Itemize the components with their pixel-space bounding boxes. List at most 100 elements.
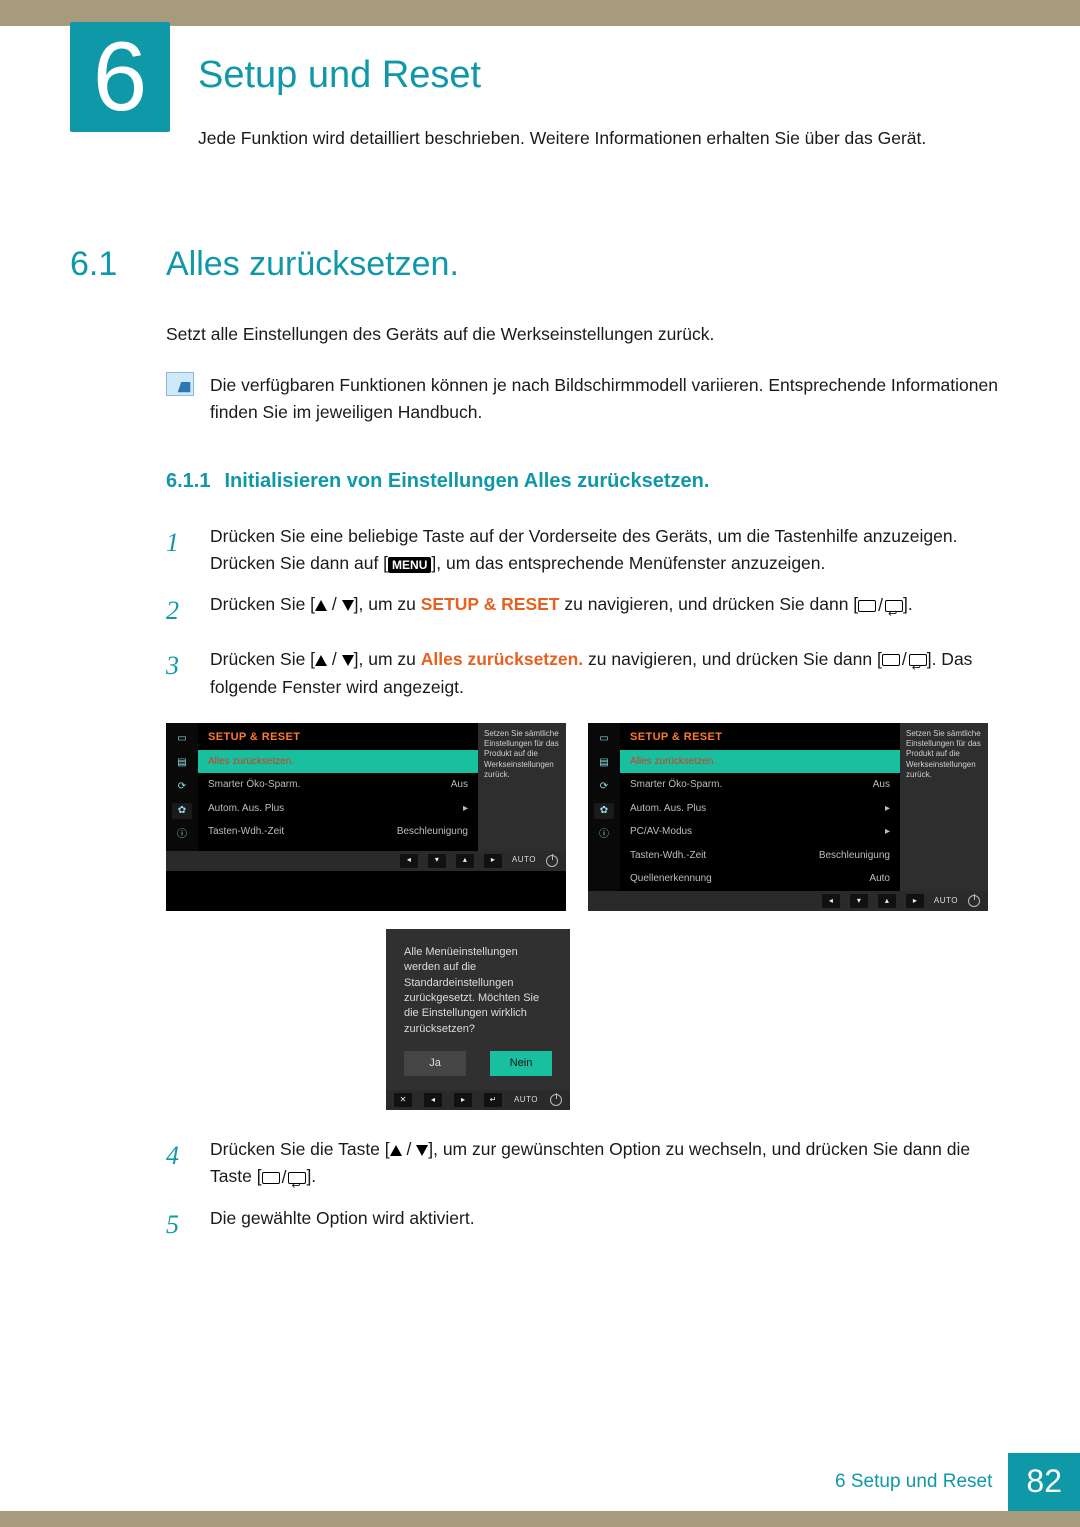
subsection-title: Initialisieren von Einstellungen Alles z… — [224, 466, 709, 497]
osd-title: SETUP & RESET — [620, 723, 900, 750]
left-key-icon: ◂ — [424, 1093, 442, 1107]
osd-menu-item[interactable]: PC/AV-Modus▸ — [620, 820, 900, 844]
osd-sidebar: ▭ ▤ ⟳ ✿ ⓘ — [166, 723, 198, 851]
osd-help-text: Setzen Sie sämtliche Einstellungen für d… — [900, 723, 988, 891]
osd-menu-item[interactable]: Tasten-Wdh.-ZeitBeschleunigung — [620, 844, 900, 868]
section-header: 6.1 Alles zurücksetzen. — [70, 238, 1010, 291]
step-number: 3 — [166, 646, 188, 701]
osd-screenshots: ▭ ▤ ⟳ ✿ ⓘ SETUP & RESET Alles zurücksetz… — [70, 723, 1010, 911]
info-icon: ⓘ — [172, 827, 192, 843]
up-key-icon: ▴ — [878, 894, 896, 908]
picture-icon: ▤ — [594, 755, 614, 771]
osd-menu-item[interactable]: Tasten-Wdh.-ZeitBeschleunigung — [198, 820, 478, 844]
close-key-icon: ✕ — [394, 1093, 412, 1107]
page-footer: 6 Setup und Reset 82 — [0, 1453, 1080, 1527]
left-key-icon: ◂ — [400, 854, 418, 868]
osd-footer: ◂ ▾ ▴ ▸ AUTO — [166, 851, 566, 871]
rotate-icon: ⟳ — [172, 779, 192, 795]
step-text: zu navigieren, und drücken Sie dann [ — [583, 649, 882, 669]
step-2: 2 Drücken Sie [ / ], um zu SETUP & RESET… — [166, 591, 1010, 631]
step-text: ], um zu — [354, 649, 421, 669]
monitor-icon: ▭ — [594, 731, 614, 747]
osd-menu-item[interactable]: Smarter Öko-Sparm.Aus — [620, 773, 900, 797]
menu-button-icon: MENU — [388, 557, 431, 573]
step-number: 1 — [166, 523, 188, 577]
step-text: Drücken Sie die Taste [ — [210, 1139, 390, 1159]
osd-sidebar: ▭ ▤ ⟳ ✿ ⓘ — [588, 723, 620, 891]
up-arrow-icon — [315, 600, 327, 611]
note-icon — [166, 372, 194, 396]
osd-help-text: Setzen Sie sämtliche Einstellungen für d… — [478, 723, 566, 851]
dialog-footer: ✕ ◂ ▸ ↵ AUTO — [386, 1090, 570, 1110]
section-number: 6.1 — [70, 238, 138, 291]
power-icon — [968, 895, 980, 907]
down-arrow-icon — [342, 600, 354, 611]
chapter-header: 6 Setup und Reset Jede Funktion wird det… — [0, 22, 1080, 152]
note-block: Die verfügbaren Funktionen können je nac… — [70, 372, 1010, 426]
step-text: ], um zu — [354, 594, 421, 614]
enter-source-icon: / — [882, 646, 927, 673]
dialog-yes-button[interactable]: Ja — [404, 1051, 466, 1076]
step-5: 5 Die gewählte Option wird aktiviert. — [166, 1205, 1010, 1245]
settings-icon: ✿ — [172, 803, 192, 819]
left-key-icon: ◂ — [822, 894, 840, 908]
confirm-dialog: Alle Menüeinstellungen werden auf die St… — [386, 929, 570, 1090]
right-key-icon: ▸ — [454, 1093, 472, 1107]
step-text: ], um das entsprechende Menüfenster anzu… — [431, 553, 825, 573]
chapter-number: 6 — [70, 22, 170, 132]
auto-label: AUTO — [934, 895, 958, 907]
power-icon — [546, 855, 558, 867]
down-key-icon: ▾ — [428, 854, 446, 868]
osd-panel-2: ▭ ▤ ⟳ ✿ ⓘ SETUP & RESET Alles zurücksetz… — [588, 723, 988, 911]
chapter-subtitle: Jede Funktion wird detailliert beschrieb… — [198, 125, 926, 152]
osd-menu-item[interactable]: Autom. Aus. Plus▸ — [620, 797, 900, 821]
rotate-icon: ⟳ — [594, 779, 614, 795]
step-list-cont: 4 Drücken Sie die Taste [ / ], um zur ge… — [70, 1136, 1010, 1245]
step-text: zu navigieren, und drücken Sie dann [ — [560, 594, 859, 614]
step-4: 4 Drücken Sie die Taste [ / ], um zur ge… — [166, 1136, 1010, 1191]
up-arrow-icon — [390, 1145, 402, 1156]
confirm-dialog-wrap: Alle Menüeinstellungen werden auf die St… — [290, 929, 570, 1110]
enter-key-icon: ↵ — [484, 1093, 502, 1107]
osd-menu-item[interactable]: Smarter Öko-Sparm.Aus — [198, 773, 478, 797]
nav-target: SETUP & RESET — [421, 594, 560, 614]
down-key-icon: ▾ — [850, 894, 868, 908]
step-text: Drücken Sie [ — [210, 649, 315, 669]
enter-source-icon: / — [262, 1164, 307, 1191]
section-title: Alles zurücksetzen. — [166, 238, 459, 291]
osd-menu: SETUP & RESET Alles zurücksetzen.Smarter… — [198, 723, 478, 851]
enter-source-icon: / — [858, 592, 903, 619]
up-key-icon: ▴ — [456, 854, 474, 868]
power-icon — [550, 1094, 562, 1106]
step-text: ]. — [306, 1166, 316, 1186]
osd-title: SETUP & RESET — [198, 723, 478, 750]
subsection-header: 6.1.1 Initialisieren von Einstellungen A… — [70, 466, 1010, 497]
osd-menu: SETUP & RESET Alles zurücksetzen.Smarter… — [620, 723, 900, 891]
osd-menu-item[interactable]: Autom. Aus. Plus▸ — [198, 797, 478, 821]
footer-page-number: 82 — [1008, 1453, 1080, 1511]
chapter-title: Setup und Reset — [198, 46, 926, 105]
osd-menu-item[interactable]: Alles zurücksetzen. — [620, 750, 900, 774]
nav-target: Alles zurücksetzen. — [421, 649, 583, 669]
up-arrow-icon — [315, 655, 327, 666]
step-text: Drücken Sie [ — [210, 594, 315, 614]
step-number: 5 — [166, 1205, 188, 1245]
osd-footer: ◂ ▾ ▴ ▸ AUTO — [588, 891, 988, 911]
dialog-no-button[interactable]: Nein — [490, 1051, 552, 1076]
footer-chapter-label: 6 Setup und Reset — [819, 1453, 1008, 1511]
down-arrow-icon — [342, 655, 354, 666]
step-number: 4 — [166, 1136, 188, 1191]
step-list: 1 Drücken Sie eine beliebige Taste auf d… — [70, 523, 1010, 701]
subsection-number: 6.1.1 — [166, 466, 210, 497]
auto-label: AUTO — [512, 854, 536, 866]
info-icon: ⓘ — [594, 827, 614, 843]
step-number: 2 — [166, 591, 188, 631]
step-1: 1 Drücken Sie eine beliebige Taste auf d… — [166, 523, 1010, 577]
step-text: ]. — [903, 594, 913, 614]
osd-menu-item[interactable]: Alles zurücksetzen. — [198, 750, 478, 774]
picture-icon: ▤ — [172, 755, 192, 771]
note-text: Die verfügbaren Funktionen können je nac… — [210, 372, 1010, 426]
right-key-icon: ▸ — [906, 894, 924, 908]
osd-menu-item[interactable]: QuellenerkennungAuto — [620, 867, 900, 891]
dialog-question: Alle Menüeinstellungen werden auf die St… — [404, 945, 552, 1037]
